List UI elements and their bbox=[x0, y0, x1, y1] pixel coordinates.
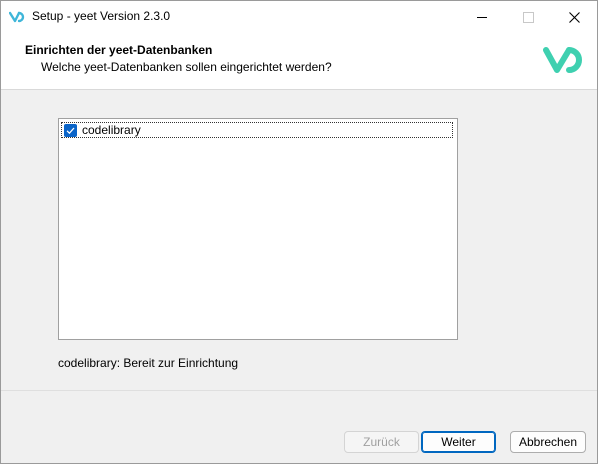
minimize-button[interactable] bbox=[459, 1, 505, 33]
back-button[interactable]: Zurück bbox=[344, 431, 419, 453]
close-button[interactable] bbox=[551, 1, 597, 33]
back-button-label: Zurück bbox=[363, 435, 400, 449]
title-bar[interactable]: Setup - yeet Version 2.3.0 bbox=[1, 1, 597, 33]
page-subtitle: Welche yeet-Datenbanken sollen eingerich… bbox=[41, 60, 332, 74]
yeet-logo-icon bbox=[9, 11, 25, 23]
minimize-icon bbox=[477, 16, 487, 18]
maximize-button[interactable] bbox=[505, 1, 551, 33]
database-checkbox[interactable] bbox=[64, 124, 77, 137]
list-item[interactable]: codelibrary bbox=[61, 122, 453, 138]
maximize-icon bbox=[522, 11, 534, 23]
window-title: Setup - yeet Version 2.3.0 bbox=[32, 9, 171, 23]
checkmark-icon bbox=[66, 127, 75, 135]
wizard-footer: Zurück Weiter Abbrechen bbox=[1, 390, 597, 463]
database-listbox[interactable]: codelibrary bbox=[58, 118, 458, 340]
next-button[interactable]: Weiter bbox=[421, 431, 496, 453]
yeet-brand-logo bbox=[543, 47, 582, 73]
wizard-header: Einrichten der yeet-Datenbanken Welche y… bbox=[1, 33, 597, 89]
page-title: Einrichten der yeet-Datenbanken bbox=[25, 43, 213, 57]
status-text: codelibrary: Bereit zur Einrichtung bbox=[58, 356, 239, 370]
wizard-content: codelibrary codelibrary: Bereit zur Einr… bbox=[1, 90, 597, 390]
database-item-label: codelibrary bbox=[82, 123, 141, 137]
cancel-button[interactable]: Abbrechen bbox=[510, 431, 586, 453]
next-button-label: Weiter bbox=[441, 435, 476, 449]
cancel-button-label: Abbrechen bbox=[518, 435, 578, 449]
setup-window: Setup - yeet Version 2.3.0 Einrichten de… bbox=[0, 0, 598, 464]
close-icon bbox=[568, 11, 580, 23]
